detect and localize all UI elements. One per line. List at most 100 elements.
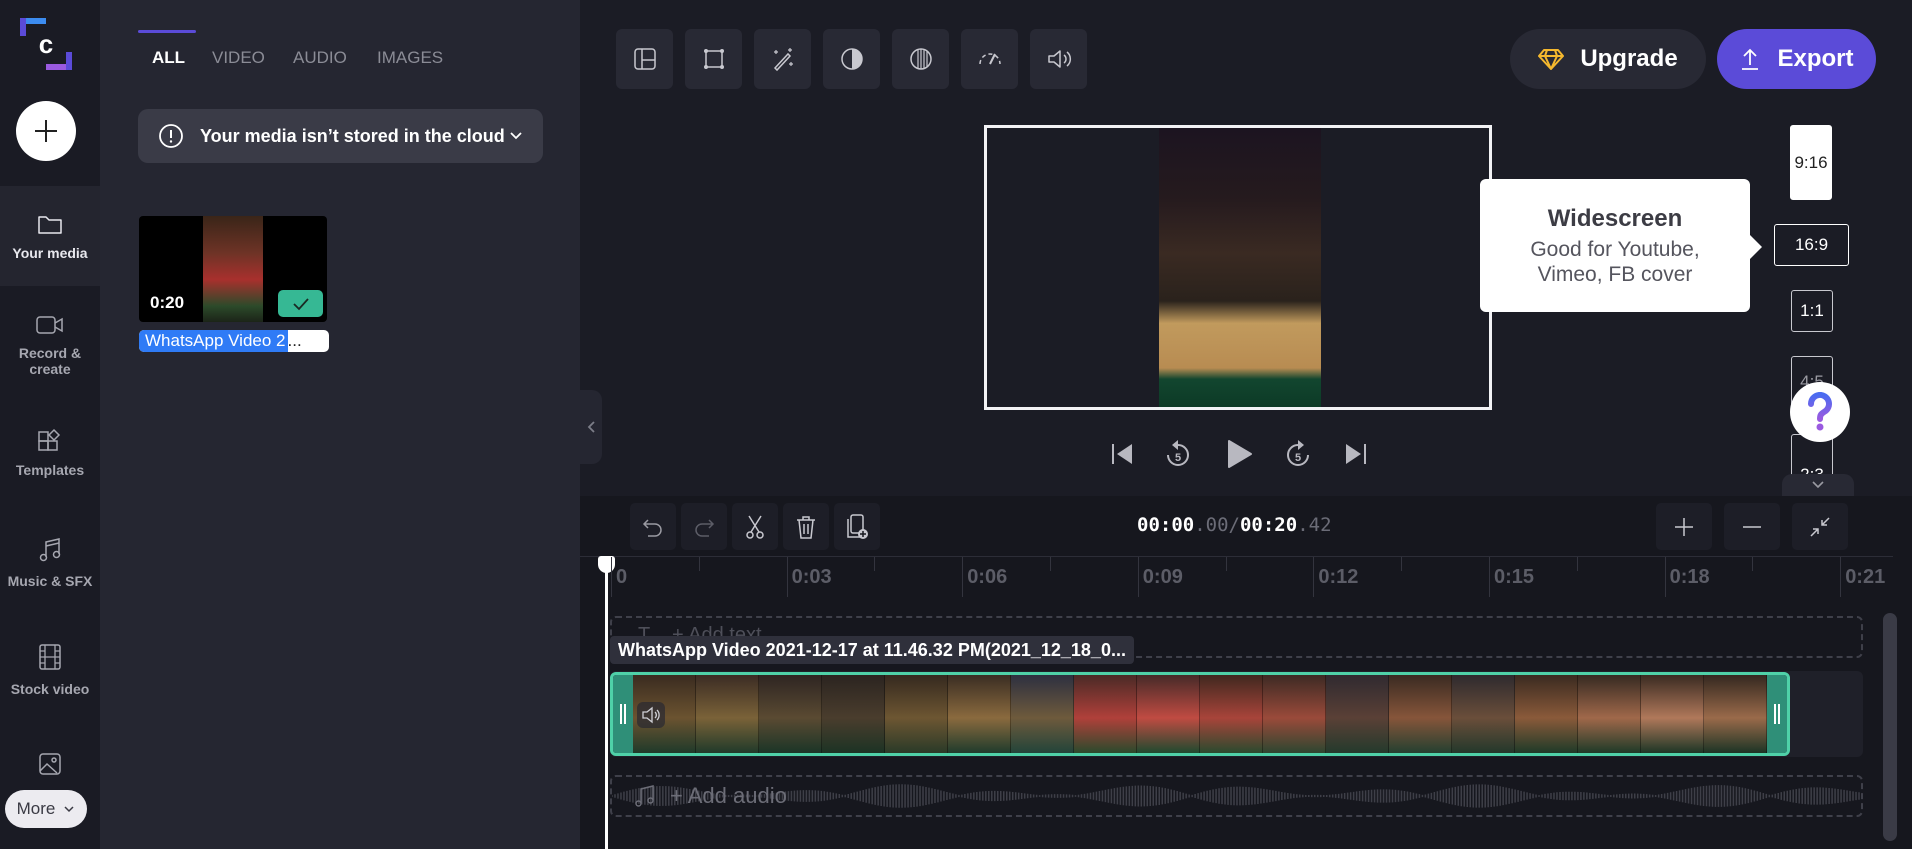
time-display: 00:00.00/00:20.42 [1137, 514, 1332, 536]
media-item-thumbnail[interactable]: 0:20 [139, 216, 327, 322]
cloud-banner-text: Your media isn’t stored in the cloud [200, 125, 505, 146]
layout-icon [633, 48, 656, 70]
aspect-ratio-1-1[interactable]: 1:1 [1791, 290, 1833, 332]
upgrade-button[interactable]: Upgrade [1510, 29, 1706, 89]
tab-video[interactable]: VIDEO [212, 48, 265, 68]
zoom-in-button[interactable] [1656, 503, 1712, 550]
nav-label: Stock video [10, 681, 90, 697]
undo-icon [642, 518, 662, 537]
ruler-tick-label: 0:18 [1669, 566, 1710, 588]
clip-frame-thumbnail [885, 675, 948, 753]
music-note-icon [635, 785, 654, 807]
clip-volume-button[interactable] [637, 702, 665, 728]
nav-item-templates[interactable]: Templates [0, 400, 100, 500]
layout-button[interactable] [616, 29, 673, 89]
clip-frame-thumbnail [1389, 675, 1452, 753]
contrast-icon [840, 48, 863, 70]
ruler-minor-tick [1401, 557, 1403, 571]
playhead[interactable] [605, 558, 608, 849]
magic-wand-icon [773, 48, 793, 72]
templates-icon [38, 428, 61, 451]
redo-button[interactable] [681, 503, 727, 550]
nav-item-record-create[interactable]: Record & create [0, 290, 100, 400]
tab-images[interactable]: IMAGES [377, 48, 443, 68]
help-button[interactable] [1790, 382, 1850, 442]
nav-label: Your media [12, 245, 88, 261]
clip-frame-thumbnail [948, 675, 1011, 753]
grip-icon [1774, 704, 1780, 724]
crop-icon [703, 49, 724, 69]
clip-frame-thumbnail [1326, 675, 1389, 753]
speed-icon [978, 53, 1001, 65]
rewind-5-button[interactable]: 5 [1164, 438, 1192, 470]
image-icon [39, 753, 61, 775]
fit-timeline-button[interactable] [1792, 503, 1848, 550]
ruler-tick-label: 0:03 [791, 566, 832, 588]
forward-5-button[interactable]: 5 [1284, 438, 1312, 470]
timeline-vertical-scrollbar[interactable] [1883, 613, 1897, 841]
chevron-down-icon[interactable] [509, 131, 523, 141]
waveform-path [612, 784, 1860, 808]
add-audio-label: + Add audio [670, 783, 787, 808]
filters-button[interactable] [892, 29, 949, 89]
clip-frame-thumbnail [1641, 675, 1704, 753]
skip-to-end-button[interactable] [1342, 441, 1368, 467]
duplicate-icon [847, 513, 868, 539]
ruler-major-tick [611, 557, 612, 597]
volume-icon [1047, 50, 1071, 68]
adjust-colors-button[interactable] [823, 29, 880, 89]
music-note-icon [39, 538, 61, 562]
playhead-handle[interactable] [598, 556, 615, 573]
camera-icon [36, 316, 63, 334]
video-preview[interactable] [984, 125, 1492, 410]
more-button[interactable]: More [5, 790, 87, 828]
clipchamp-logo[interactable]: c [20, 18, 72, 70]
timeline: 00:00.00/00:20.42 T + Add text WhatsApp … [580, 496, 1912, 849]
effects-button[interactable] [754, 29, 811, 89]
undo-button[interactable] [630, 503, 676, 550]
ruler-minor-tick [1225, 557, 1227, 571]
svg-text:5: 5 [1295, 452, 1301, 464]
skip-to-start-button[interactable] [1110, 441, 1136, 467]
ruler-tick-label: 0:09 [1142, 566, 1183, 588]
ruler-major-tick [1313, 557, 1315, 597]
delete-button[interactable] [783, 503, 829, 550]
nav-item-music-sfx[interactable]: Music & SFX [0, 510, 100, 610]
ratio-label: 16:9 [1794, 235, 1829, 254]
play-button[interactable] [1226, 438, 1254, 470]
upload-icon [1742, 48, 1759, 70]
add-button[interactable] [16, 101, 76, 161]
clip-frame-thumbnail [1704, 675, 1767, 753]
aspect-ratio-16-9[interactable]: 16:9 [1774, 224, 1849, 266]
aspect-ratio-scroll-down[interactable] [1782, 474, 1854, 496]
ruler-major-tick [786, 557, 788, 597]
media-duration: 0:20 [150, 293, 185, 312]
clip-trim-handle-left[interactable] [613, 675, 633, 753]
export-button[interactable]: Export [1717, 29, 1876, 89]
grip-icon [620, 704, 626, 724]
clip-frame-thumbnail [1200, 675, 1263, 753]
nav-item-your-media[interactable]: Your media [0, 186, 100, 286]
tab-audio[interactable]: AUDIO [293, 48, 347, 68]
media-panel: ALL VIDEO AUDIO IMAGES Your media isn’t … [100, 0, 580, 849]
video-clip[interactable] [610, 672, 1790, 756]
clip-frame-thumbnail [696, 675, 759, 753]
clip-frame-thumbnail [1011, 675, 1074, 753]
nav-label: Record & create [18, 345, 82, 377]
zoom-out-button[interactable] [1724, 503, 1780, 550]
speed-button[interactable] [961, 29, 1018, 89]
tooltip-arrow [1750, 235, 1762, 259]
nav-item-stock-video[interactable]: Stock video [0, 618, 100, 718]
cloud-storage-banner[interactable]: Your media isn’t stored in the cloud [138, 109, 543, 163]
add-audio-track[interactable]: + Add audio [610, 775, 1863, 817]
crop-button[interactable] [685, 29, 742, 89]
tab-all[interactable]: ALL [152, 48, 185, 68]
split-button[interactable] [732, 503, 778, 550]
aspect-ratio-9-16[interactable]: 9:16 [1790, 125, 1832, 200]
nav-label: Templates [15, 462, 85, 478]
audio-button[interactable] [1030, 29, 1087, 89]
clip-trim-handle-right[interactable] [1767, 675, 1787, 753]
media-item-name[interactable]: WhatsApp Video 2... [139, 330, 329, 352]
duplicate-button[interactable] [834, 503, 880, 550]
collapse-panel-handle[interactable] [580, 390, 602, 464]
